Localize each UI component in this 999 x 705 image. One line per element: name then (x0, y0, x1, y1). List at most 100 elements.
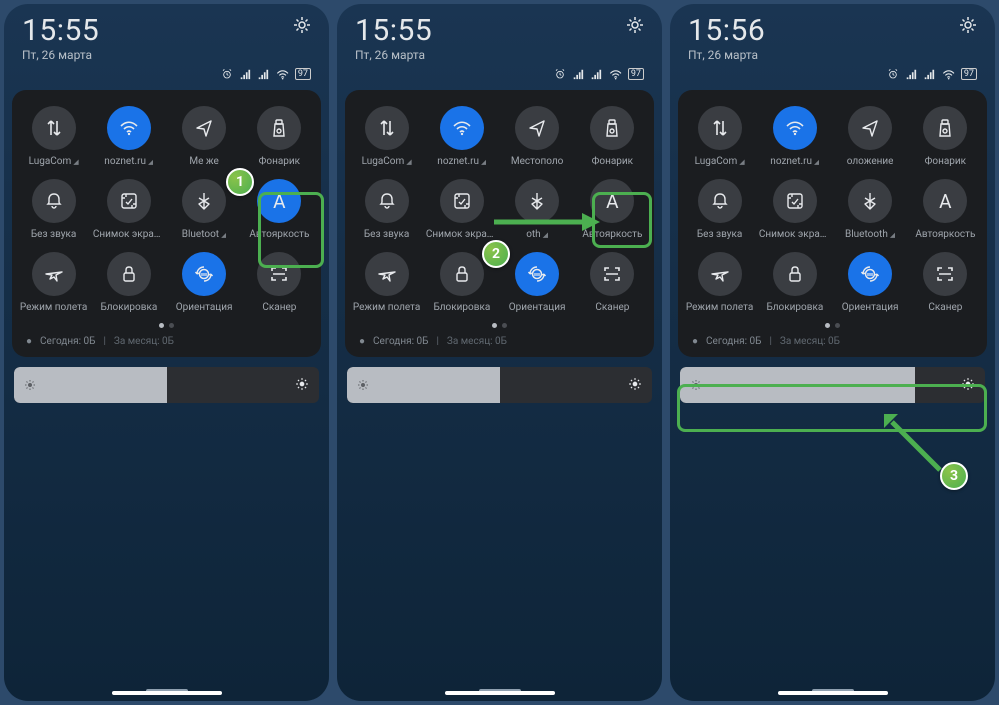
brightness-max-icon (295, 376, 309, 395)
qs-tile[interactable]: Режим полета (349, 248, 424, 317)
qs-tile[interactable]: Режим полета (682, 248, 757, 317)
pager-dot[interactable] (492, 323, 497, 328)
home-indicator[interactable] (112, 691, 222, 695)
qs-tile[interactable]: Ориентация (167, 248, 242, 317)
qs-tile[interactable]: Снимок экрана (91, 175, 166, 244)
qs-tile[interactable]: LugaCom◢ (349, 102, 424, 171)
settings-gear-icon[interactable] (293, 16, 311, 38)
qs-tile[interactable]: Без звука (682, 175, 757, 244)
bluetooth-icon[interactable] (182, 179, 226, 223)
pager-dot[interactable] (159, 323, 164, 328)
airplane-icon[interactable] (365, 252, 409, 296)
location-icon[interactable] (848, 106, 892, 150)
qs-tile[interactable]: оложение (833, 102, 908, 171)
auto-brightness-icon[interactable]: A (590, 179, 634, 223)
data-usage-row[interactable]: ● Сегодня: 0Б | За месяц: 0Б (16, 330, 317, 349)
location-icon[interactable] (515, 106, 559, 150)
qs-tile[interactable]: AАвтояркость (242, 175, 317, 244)
qs-tile[interactable]: Без звука (16, 175, 91, 244)
qs-tile[interactable]: AАвтояркость (575, 175, 650, 244)
brightness-slider[interactable] (347, 367, 652, 403)
bluetooth-icon[interactable] (848, 179, 892, 223)
bluetooth-icon[interactable] (515, 179, 559, 223)
qs-tile[interactable]: noznet.ru◢ (757, 102, 832, 171)
wifi-icon[interactable] (440, 106, 484, 150)
data-icon[interactable] (698, 106, 742, 150)
qs-tile[interactable]: Ориентация (500, 248, 575, 317)
qs-tile[interactable]: LugaCom◢ (682, 102, 757, 171)
qs-tile[interactable]: Блокировка (424, 248, 499, 317)
data-icon[interactable] (365, 106, 409, 150)
tile-label: Блокировка (433, 302, 490, 313)
qs-tile[interactable]: Снимок экрана (424, 175, 499, 244)
qs-tile[interactable]: Фонарик (242, 102, 317, 171)
qs-tile[interactable]: Фонарик (908, 102, 983, 171)
lock-icon[interactable] (107, 252, 151, 296)
data-usage-row[interactable]: ● Сегодня: 0Б | За месяц: 0Б (682, 330, 983, 349)
date: Пт, 26 марта (688, 48, 765, 62)
data-icon[interactable] (32, 106, 76, 150)
qs-tile[interactable]: Сканер (242, 248, 317, 317)
qs-tile[interactable]: Ме же (167, 102, 242, 171)
home-indicator[interactable] (778, 691, 888, 695)
pager-dot[interactable] (169, 323, 174, 328)
qs-tile[interactable]: Местополо (500, 102, 575, 171)
location-icon[interactable] (182, 106, 226, 150)
qs-tile[interactable]: Блокировка (91, 248, 166, 317)
qs-tile[interactable]: noznet.ru◢ (91, 102, 166, 171)
rotation-lock-icon[interactable] (848, 252, 892, 296)
qs-tile[interactable]: LugaCom◢ (16, 102, 91, 171)
auto-brightness-icon[interactable]: A (923, 179, 967, 223)
qs-tile[interactable]: Фонарик (575, 102, 650, 171)
rotation-lock-icon[interactable] (515, 252, 559, 296)
airplane-icon[interactable] (32, 252, 76, 296)
brightness-slider[interactable] (680, 367, 985, 403)
tile-grid: LugaCom◢noznet.ru◢Ме жеФонарикБез звукаС… (16, 102, 317, 317)
qs-tile[interactable]: Режим полета (16, 248, 91, 317)
battery-indicator: 97 (295, 68, 311, 80)
wifi-icon[interactable] (107, 106, 151, 150)
flashlight-icon[interactable] (590, 106, 634, 150)
pager-dot[interactable] (825, 323, 830, 328)
settings-gear-icon[interactable] (626, 16, 644, 38)
airplane-icon[interactable] (698, 252, 742, 296)
qs-tile[interactable]: Без звука (349, 175, 424, 244)
qs-tile[interactable]: Сканер (908, 248, 983, 317)
rotation-lock-icon[interactable] (182, 252, 226, 296)
wifi-icon[interactable] (773, 106, 817, 150)
qs-tile[interactable]: noznet.ru◢ (424, 102, 499, 171)
pager-dot[interactable] (502, 323, 507, 328)
qs-tile[interactable]: Bluetoot◢ (167, 175, 242, 244)
qs-tile[interactable]: oth◢ (500, 175, 575, 244)
scanner-icon[interactable] (257, 252, 301, 296)
scanner-icon[interactable] (590, 252, 634, 296)
usage-bullet: ● (692, 336, 698, 347)
mute-icon[interactable] (698, 179, 742, 223)
screenshot-icon[interactable] (773, 179, 817, 223)
signal-icon (572, 68, 584, 80)
screenshot-icon[interactable] (107, 179, 151, 223)
qs-tile[interactable]: Блокировка (757, 248, 832, 317)
flashlight-icon[interactable] (923, 106, 967, 150)
home-indicator[interactable] (445, 691, 555, 695)
flashlight-icon[interactable] (257, 106, 301, 150)
pager-dot[interactable] (835, 323, 840, 328)
lock-icon[interactable] (773, 252, 817, 296)
qs-tile[interactable]: Сканер (575, 248, 650, 317)
qs-tile[interactable]: Снимок экрана (757, 175, 832, 244)
clock: 15:55 (22, 16, 99, 46)
qs-tile[interactable]: Bluetooth◢ (833, 175, 908, 244)
qs-tile[interactable]: AАвтояркость (908, 175, 983, 244)
lock-icon[interactable] (440, 252, 484, 296)
scanner-icon[interactable] (923, 252, 967, 296)
screenshot-icon[interactable] (440, 179, 484, 223)
tile-grid: LugaCom◢noznet.ru◢оложениеФонарик Без зву… (682, 102, 983, 317)
qs-tile[interactable]: Ориентация (833, 248, 908, 317)
mute-icon[interactable] (365, 179, 409, 223)
mute-icon[interactable] (32, 179, 76, 223)
auto-brightness-icon[interactable]: A (257, 179, 301, 223)
brightness-slider[interactable] (14, 367, 319, 403)
tile-label: Снимок экрана (759, 229, 831, 240)
data-usage-row[interactable]: ● Сегодня: 0Б | За месяц: 0Б (349, 330, 650, 349)
settings-gear-icon[interactable] (959, 16, 977, 38)
